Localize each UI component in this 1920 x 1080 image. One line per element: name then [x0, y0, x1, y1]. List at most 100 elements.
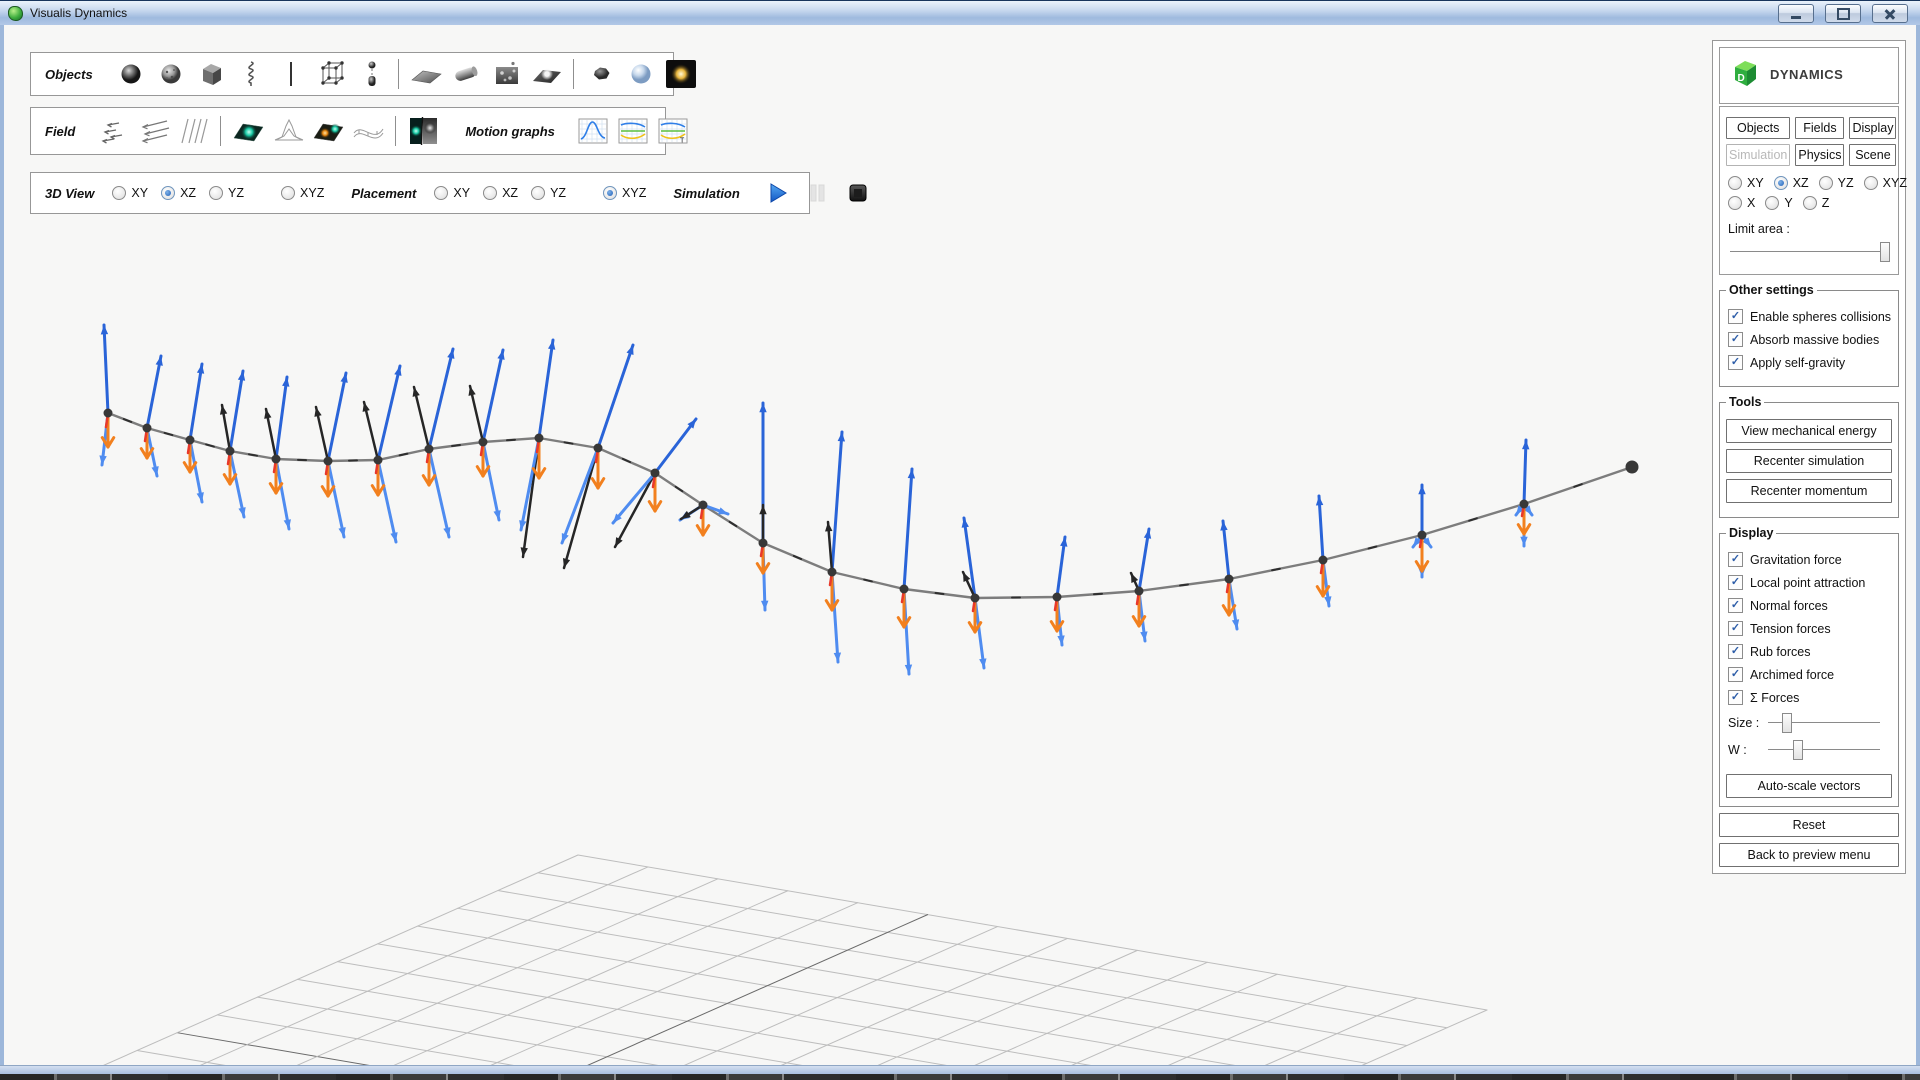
- sphere-icon[interactable]: [111, 56, 151, 92]
- display-button[interactable]: Display: [1849, 117, 1896, 139]
- simulation-label: Simulation: [673, 186, 739, 201]
- plane-icon[interactable]: [406, 56, 446, 92]
- radio-z[interactable]: Z: [1803, 196, 1830, 210]
- objects-toolbar-label: Objects: [45, 67, 93, 82]
- check-gravitation-force[interactable]: ✓Gravitation force: [1728, 552, 1892, 567]
- play-icon[interactable]: [758, 175, 798, 211]
- check-forces[interactable]: ✓Σ Forces: [1728, 690, 1892, 705]
- slider-thumb[interactable]: [1782, 713, 1792, 733]
- back-to-preview-menu-button[interactable]: Back to preview menu: [1719, 843, 1899, 867]
- checkbox: ✓: [1728, 644, 1743, 659]
- size-slider[interactable]: [1768, 713, 1880, 733]
- recenter-simulation-button[interactable]: Recenter simulation: [1726, 449, 1892, 473]
- scene-button[interactable]: Scene: [1849, 144, 1896, 166]
- lattice-cube-icon[interactable]: [311, 56, 351, 92]
- radio-xy[interactable]: XY: [112, 186, 148, 200]
- radio-xy[interactable]: XY: [434, 186, 470, 200]
- close-icon: [1883, 8, 1897, 20]
- radio-y[interactable]: Y: [1765, 196, 1792, 210]
- check-archimed-force[interactable]: ✓Archimed force: [1728, 667, 1892, 682]
- green-field-icon[interactable]: [228, 113, 268, 149]
- gradient-panel-icon[interactable]: [403, 113, 443, 149]
- asteroid-icon[interactable]: [581, 56, 621, 92]
- simulation-button[interactable]: Simulation: [1726, 144, 1790, 166]
- textured-sphere-icon[interactable]: [151, 56, 191, 92]
- radio-xyz[interactable]: XYZ: [1864, 176, 1907, 190]
- ramp-ball-icon[interactable]: [526, 56, 566, 92]
- parallel-arrows-icon[interactable]: [133, 113, 173, 149]
- radio-x[interactable]: X: [1728, 196, 1755, 210]
- dual-field-icon[interactable]: [308, 113, 348, 149]
- maximize-icon: [1837, 8, 1850, 20]
- particle-box-icon[interactable]: [486, 56, 526, 92]
- view-radios: XY XZ YZ: [112, 186, 257, 200]
- acceleration-graph-icon[interactable]: T: [653, 113, 693, 149]
- scene-canvas[interactable]: [0, 0, 1920, 1080]
- radio-xy[interactable]: XY: [1728, 176, 1764, 190]
- ball-drop-icon[interactable]: [351, 56, 391, 92]
- cylinder-icon[interactable]: [446, 56, 486, 92]
- scatter-arrows-icon[interactable]: [93, 113, 133, 149]
- check-local-point-attraction[interactable]: ✓Local point attraction: [1728, 575, 1892, 590]
- close-button[interactable]: [1872, 4, 1908, 23]
- window-title: Visualis Dynamics: [30, 6, 127, 20]
- glowing-orb-icon[interactable]: [661, 56, 701, 92]
- check-tension-forces[interactable]: ✓Tension forces: [1728, 621, 1892, 636]
- radio-xz[interactable]: XZ: [1774, 176, 1809, 190]
- velocity-graph-icon[interactable]: [613, 113, 653, 149]
- radio-xz[interactable]: XZ: [483, 186, 518, 200]
- radio-dot: [281, 186, 295, 200]
- radio-yz[interactable]: YZ: [209, 186, 244, 200]
- checkbox: ✓: [1728, 309, 1743, 324]
- check-absorb-massive-bodies[interactable]: ✓Absorb massive bodies: [1728, 332, 1892, 347]
- cube-icon[interactable]: [191, 56, 231, 92]
- taskbar-sliver[interactable]: [0, 1074, 1920, 1080]
- slider-thumb[interactable]: [1793, 740, 1803, 760]
- radio-yz[interactable]: YZ: [1819, 176, 1854, 190]
- placement-xyz-radio: XYZ: [603, 186, 659, 200]
- objects-button[interactable]: Objects: [1726, 117, 1790, 139]
- recenter-momentum-button[interactable]: Recenter momentum: [1726, 479, 1892, 503]
- radio-dot: [531, 186, 545, 200]
- slider-thumb[interactable]: [1880, 242, 1890, 262]
- placement-label: Placement: [351, 186, 416, 201]
- physics-button[interactable]: Physics: [1795, 144, 1844, 166]
- check-rub-forces[interactable]: ✓Rub forces: [1728, 644, 1892, 659]
- radio-xyz[interactable]: XYZ: [603, 186, 646, 200]
- radio-dot: [112, 186, 126, 200]
- radio-yz[interactable]: YZ: [531, 186, 566, 200]
- minimize-button[interactable]: [1778, 4, 1814, 23]
- radio-dot: [1819, 176, 1833, 190]
- position-graph-icon[interactable]: [573, 113, 613, 149]
- auto-scale-vectors-button[interactable]: Auto-scale vectors: [1726, 774, 1892, 798]
- radio-xyz[interactable]: XYZ: [281, 186, 324, 200]
- checkbox: ✓: [1728, 598, 1743, 613]
- planet-icon[interactable]: [621, 56, 661, 92]
- check-enable-spheres-collisions[interactable]: ✓Enable spheres collisions: [1728, 309, 1892, 324]
- view-mechanical-energy-button[interactable]: View mechanical energy: [1726, 419, 1892, 443]
- pause-icon[interactable]: [798, 175, 838, 211]
- app-icon: [8, 6, 23, 21]
- objects-icons: [111, 56, 701, 92]
- rod-icon[interactable]: [271, 56, 311, 92]
- titlebar[interactable]: Visualis Dynamics: [0, 0, 1920, 25]
- axis-radios: XYZ: [1728, 196, 1892, 210]
- motion-graphs-label: Motion graphs: [465, 124, 555, 139]
- saddle-field-icon[interactable]: [348, 113, 388, 149]
- size-label: Size :: [1728, 716, 1768, 730]
- radio-xz[interactable]: XZ: [161, 186, 196, 200]
- placement-radios: XY XZ YZ: [434, 186, 579, 200]
- reset-button[interactable]: Reset: [1719, 813, 1899, 837]
- spring-icon[interactable]: [231, 56, 271, 92]
- stop-icon[interactable]: [838, 175, 878, 211]
- check-apply-self-gravity[interactable]: ✓Apply self-gravity: [1728, 355, 1892, 370]
- separator: [573, 59, 574, 89]
- check-normal-forces[interactable]: ✓Normal forces: [1728, 598, 1892, 613]
- other-settings-group: Other settings ✓Enable spheres collision…: [1719, 283, 1899, 387]
- diagonal-lines-icon[interactable]: [173, 113, 213, 149]
- maximize-button[interactable]: [1825, 4, 1861, 23]
- fields-button[interactable]: Fields: [1795, 117, 1844, 139]
- peak-field-icon[interactable]: [268, 113, 308, 149]
- w-slider[interactable]: [1768, 740, 1880, 760]
- limit-area-slider[interactable]: [1730, 242, 1890, 262]
